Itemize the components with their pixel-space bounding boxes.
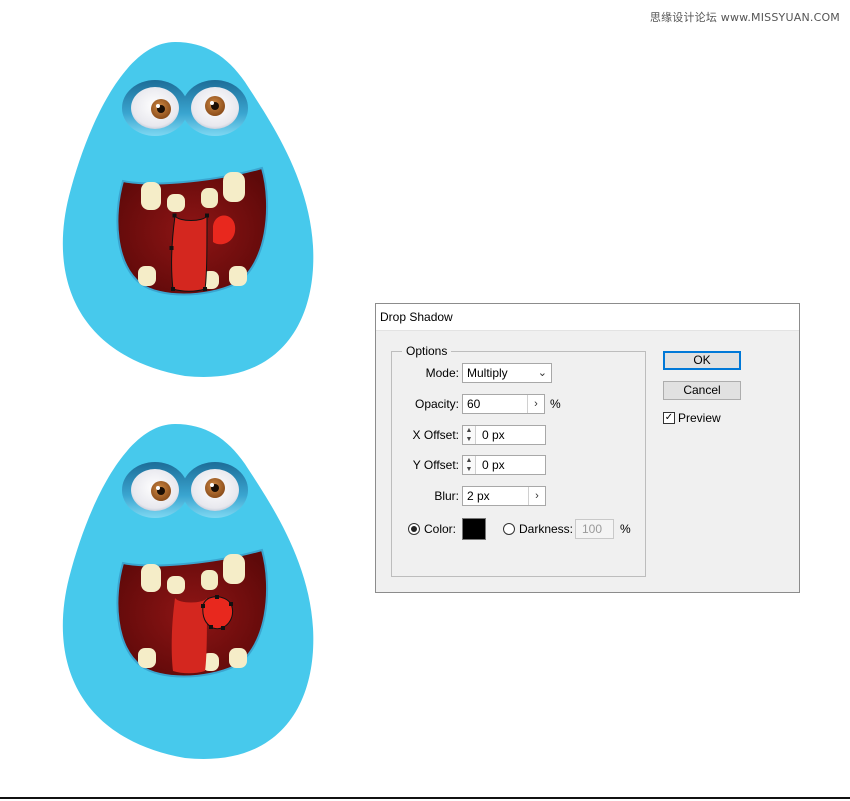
anchor-point <box>205 213 209 218</box>
site-watermark: 思缘设计论坛 www.MISSYUAN.COM <box>649 11 840 24</box>
darkness-label: Darkness: <box>519 522 574 536</box>
monster-illustration-top <box>62 42 314 377</box>
color-label: Color: <box>424 522 457 536</box>
chevron-down-icon: ⌄ <box>537 367 547 379</box>
anchor-point <box>221 626 225 630</box>
opacity-value: 60 <box>467 397 481 411</box>
chevron-right-icon[interactable]: › <box>527 395 544 413</box>
options-legend: Options <box>402 344 452 358</box>
tooth <box>167 576 185 594</box>
tooth <box>141 564 161 592</box>
spinner-icon[interactable]: ▲ ▼ <box>463 456 476 474</box>
tooth <box>138 266 156 286</box>
color-radio[interactable] <box>408 523 420 535</box>
anchor-point <box>203 287 207 291</box>
drop-shadow-dialog: Drop Shadow Options Mode: Multiply ⌄ Opa… <box>375 303 800 593</box>
mode-value: Multiply <box>467 366 508 380</box>
mode-label: Mode: <box>425 366 459 380</box>
blur-input[interactable]: 2 px › <box>462 486 546 506</box>
options-group: Options Mode: Multiply ⌄ Opacity: 60 › %… <box>391 344 646 577</box>
opacity-label: Opacity: <box>414 397 459 411</box>
x-offset-label: X Offset: <box>412 428 459 442</box>
color-swatch[interactable] <box>462 518 486 540</box>
preview-checkbox[interactable]: ✓ <box>663 412 675 424</box>
tooth <box>223 172 245 202</box>
tooth <box>229 648 247 668</box>
darkness-input[interactable]: 100 <box>575 519 614 539</box>
tongue <box>171 598 207 674</box>
right-eye <box>182 80 248 136</box>
ok-button[interactable]: OK <box>663 351 741 370</box>
left-eye <box>122 462 188 518</box>
monster-illustration-bottom <box>62 424 314 759</box>
x-offset-input[interactable]: ▲ ▼ 0 px <box>462 425 546 445</box>
anchor-point <box>209 625 213 629</box>
tooth <box>141 182 161 210</box>
tooth <box>223 554 245 584</box>
blur-label: Blur: <box>434 489 459 503</box>
left-eye <box>122 80 188 136</box>
anchor-point <box>215 595 219 599</box>
anchor-point <box>169 246 174 250</box>
anchor-point <box>229 602 233 606</box>
bottom-divider <box>0 797 850 799</box>
dialog-title: Drop Shadow <box>376 304 799 331</box>
darkness-unit: % <box>620 522 631 536</box>
x-offset-value: 0 px <box>482 428 505 442</box>
preview-label: Preview <box>678 411 721 425</box>
mode-select[interactable]: Multiply ⌄ <box>462 363 552 383</box>
tooth <box>201 188 218 208</box>
blur-value: 2 px <box>467 489 490 503</box>
tooth <box>167 194 185 212</box>
tooth <box>229 266 247 286</box>
tongue <box>171 216 207 292</box>
right-eye <box>182 462 248 518</box>
anchor-point <box>201 604 205 608</box>
opacity-unit: % <box>550 397 561 411</box>
darkness-radio[interactable] <box>503 523 515 535</box>
anchor-point <box>171 287 175 291</box>
tooth <box>201 570 218 590</box>
y-offset-label: Y Offset: <box>412 458 459 472</box>
tooth <box>138 648 156 668</box>
cancel-button[interactable]: Cancel <box>663 381 741 400</box>
y-offset-input[interactable]: ▲ ▼ 0 px <box>462 455 546 475</box>
darkness-value: 100 <box>582 522 603 536</box>
opacity-input[interactable]: 60 › <box>462 394 545 414</box>
spinner-icon[interactable]: ▲ ▼ <box>463 426 476 444</box>
chevron-right-icon[interactable]: › <box>528 487 545 505</box>
y-offset-value: 0 px <box>482 458 505 472</box>
anchor-point <box>172 213 177 218</box>
